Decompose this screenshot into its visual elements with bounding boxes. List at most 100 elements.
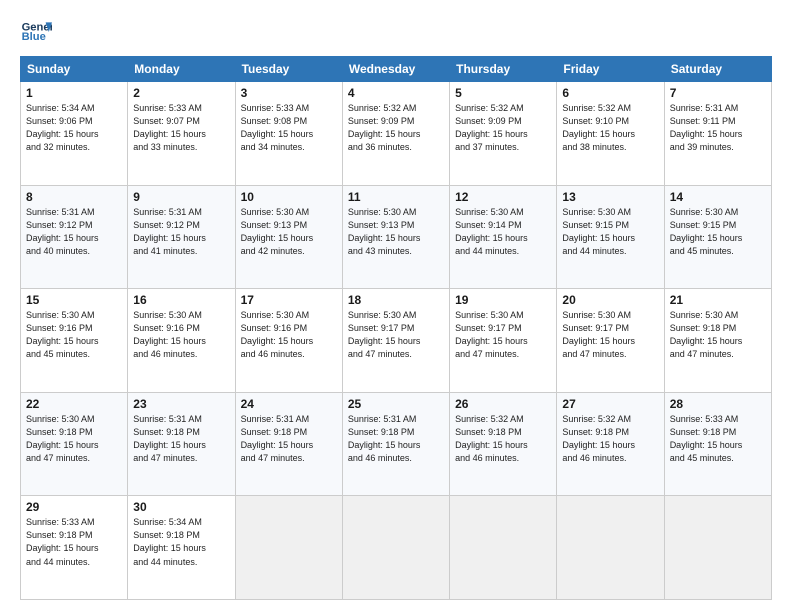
day-info: Sunrise: 5:33 AM Sunset: 9:07 PM Dayligh… — [133, 102, 229, 154]
day-number: 18 — [348, 293, 444, 307]
day-number: 27 — [562, 397, 658, 411]
calendar-cell: 21Sunrise: 5:30 AM Sunset: 9:18 PM Dayli… — [664, 289, 771, 393]
logo: General Blue — [20, 16, 52, 48]
day-info: Sunrise: 5:30 AM Sunset: 9:17 PM Dayligh… — [562, 309, 658, 361]
logo-icon: General Blue — [20, 16, 52, 48]
day-number: 25 — [348, 397, 444, 411]
day-number: 29 — [26, 500, 122, 514]
day-info: Sunrise: 5:30 AM Sunset: 9:16 PM Dayligh… — [26, 309, 122, 361]
calendar-cell — [235, 496, 342, 600]
day-number: 26 — [455, 397, 551, 411]
day-number: 14 — [670, 190, 766, 204]
calendar-cell — [342, 496, 449, 600]
day-info: Sunrise: 5:33 AM Sunset: 9:18 PM Dayligh… — [670, 413, 766, 465]
day-number: 11 — [348, 190, 444, 204]
day-info: Sunrise: 5:34 AM Sunset: 9:06 PM Dayligh… — [26, 102, 122, 154]
calendar-cell — [450, 496, 557, 600]
calendar-cell: 16 Sunrise: 5:30 AM Sunset: 9:16 PM Dayli… — [128, 289, 235, 393]
day-number: 23 — [133, 397, 229, 411]
header: General Blue — [20, 16, 772, 48]
day-info: Sunrise: 5:31 AM Sunset: 9:18 PM Dayligh… — [133, 413, 229, 465]
calendar-cell: 20 Sunrise: 5:30 AM Sunset: 9:17 PM Dayli… — [557, 289, 664, 393]
day-number: 2 — [133, 86, 229, 100]
calendar-cell: 12 Sunrise: 5:30 AM Sunset: 9:14 PM Dayli… — [450, 185, 557, 289]
calendar-cell: 11 Sunrise: 5:30 AM Sunset: 9:13 PM Dayli… — [342, 185, 449, 289]
day-number: 6 — [562, 86, 658, 100]
day-info: Sunrise: 5:32 AM Sunset: 9:09 PM Dayligh… — [348, 102, 444, 154]
calendar-cell: 19Sunrise: 5:30 AM Sunset: 9:17 PM Dayli… — [450, 289, 557, 393]
calendar-cell: 25 Sunrise: 5:31 AM Sunset: 9:18 PM Dayli… — [342, 392, 449, 496]
day-info: Sunrise: 5:30 AM Sunset: 9:17 PM Dayligh… — [348, 309, 444, 361]
day-number: 17 — [241, 293, 337, 307]
day-info: Sunrise: 5:30 AM Sunset: 9:16 PM Dayligh… — [133, 309, 229, 361]
day-number: 21 — [670, 293, 766, 307]
day-number: 1 — [26, 86, 122, 100]
day-number: 12 — [455, 190, 551, 204]
column-header-friday: Friday — [557, 57, 664, 82]
day-number: 22 — [26, 397, 122, 411]
day-number: 13 — [562, 190, 658, 204]
calendar-cell: 27 Sunrise: 5:32 AM Sunset: 9:18 PM Dayli… — [557, 392, 664, 496]
day-info: Sunrise: 5:33 AM Sunset: 9:08 PM Dayligh… — [241, 102, 337, 154]
day-info: Sunrise: 5:32 AM Sunset: 9:09 PM Dayligh… — [455, 102, 551, 154]
column-header-tuesday: Tuesday — [235, 57, 342, 82]
calendar-cell: 7 Sunrise: 5:31 AM Sunset: 9:11 PM Daylig… — [664, 82, 771, 186]
column-header-sunday: Sunday — [21, 57, 128, 82]
calendar-cell: 28Sunrise: 5:33 AM Sunset: 9:18 PM Dayli… — [664, 392, 771, 496]
calendar-cell: 3Sunrise: 5:33 AM Sunset: 9:08 PM Daylig… — [235, 82, 342, 186]
day-number: 8 — [26, 190, 122, 204]
calendar-header-row: SundayMondayTuesdayWednesdayThursdayFrid… — [21, 57, 772, 82]
day-number: 5 — [455, 86, 551, 100]
day-info: Sunrise: 5:30 AM Sunset: 9:13 PM Dayligh… — [348, 206, 444, 258]
day-info: Sunrise: 5:30 AM Sunset: 9:15 PM Dayligh… — [562, 206, 658, 258]
calendar-cell: 22 Sunrise: 5:30 AM Sunset: 9:18 PM Dayli… — [21, 392, 128, 496]
day-number: 30 — [133, 500, 229, 514]
day-info: Sunrise: 5:31 AM Sunset: 9:12 PM Dayligh… — [133, 206, 229, 258]
column-header-thursday: Thursday — [450, 57, 557, 82]
calendar-cell: 15 Sunrise: 5:30 AM Sunset: 9:16 PM Dayli… — [21, 289, 128, 393]
day-info: Sunrise: 5:30 AM Sunset: 9:18 PM Dayligh… — [26, 413, 122, 465]
calendar-cell: 2 Sunrise: 5:33 AM Sunset: 9:07 PM Daylig… — [128, 82, 235, 186]
day-info: Sunrise: 5:33 AM Sunset: 9:18 PM Dayligh… — [26, 516, 122, 568]
day-info: Sunrise: 5:30 AM Sunset: 9:14 PM Dayligh… — [455, 206, 551, 258]
day-info: Sunrise: 5:31 AM Sunset: 9:11 PM Dayligh… — [670, 102, 766, 154]
day-info: Sunrise: 5:30 AM Sunset: 9:13 PM Dayligh… — [241, 206, 337, 258]
page: General Blue SundayMondayTuesdayWednesda… — [0, 0, 792, 612]
day-number: 20 — [562, 293, 658, 307]
calendar-cell: 30Sunrise: 5:34 AM Sunset: 9:18 PM Dayli… — [128, 496, 235, 600]
calendar-cell: 17Sunrise: 5:30 AM Sunset: 9:16 PM Dayli… — [235, 289, 342, 393]
day-number: 7 — [670, 86, 766, 100]
day-info: Sunrise: 5:30 AM Sunset: 9:17 PM Dayligh… — [455, 309, 551, 361]
day-number: 15 — [26, 293, 122, 307]
day-info: Sunrise: 5:31 AM Sunset: 9:12 PM Dayligh… — [26, 206, 122, 258]
calendar-cell: 13 Sunrise: 5:30 AM Sunset: 9:15 PM Dayli… — [557, 185, 664, 289]
week-row-2: 8 Sunrise: 5:31 AM Sunset: 9:12 PM Daylig… — [21, 185, 772, 289]
svg-text:Blue: Blue — [22, 31, 46, 43]
calendar-cell: 9 Sunrise: 5:31 AM Sunset: 9:12 PM Daylig… — [128, 185, 235, 289]
day-info: Sunrise: 5:32 AM Sunset: 9:10 PM Dayligh… — [562, 102, 658, 154]
day-number: 24 — [241, 397, 337, 411]
calendar-table: SundayMondayTuesdayWednesdayThursdayFrid… — [20, 56, 772, 600]
day-info: Sunrise: 5:30 AM Sunset: 9:15 PM Dayligh… — [670, 206, 766, 258]
calendar-cell: 6 Sunrise: 5:32 AM Sunset: 9:10 PM Daylig… — [557, 82, 664, 186]
day-info: Sunrise: 5:31 AM Sunset: 9:18 PM Dayligh… — [348, 413, 444, 465]
calendar-cell: 18 Sunrise: 5:30 AM Sunset: 9:17 PM Dayli… — [342, 289, 449, 393]
column-header-monday: Monday — [128, 57, 235, 82]
week-row-1: 1 Sunrise: 5:34 AM Sunset: 9:06 PM Daylig… — [21, 82, 772, 186]
calendar-cell: 4Sunrise: 5:32 AM Sunset: 9:09 PM Daylig… — [342, 82, 449, 186]
calendar-cell: 24 Sunrise: 5:31 AM Sunset: 9:18 PM Dayli… — [235, 392, 342, 496]
calendar-cell: 5 Sunrise: 5:32 AM Sunset: 9:09 PM Daylig… — [450, 82, 557, 186]
column-header-wednesday: Wednesday — [342, 57, 449, 82]
calendar-cell: 1 Sunrise: 5:34 AM Sunset: 9:06 PM Daylig… — [21, 82, 128, 186]
week-row-4: 22 Sunrise: 5:30 AM Sunset: 9:18 PM Dayli… — [21, 392, 772, 496]
day-info: Sunrise: 5:32 AM Sunset: 9:18 PM Dayligh… — [562, 413, 658, 465]
day-info: Sunrise: 5:31 AM Sunset: 9:18 PM Dayligh… — [241, 413, 337, 465]
calendar-cell — [664, 496, 771, 600]
day-number: 9 — [133, 190, 229, 204]
calendar-cell: 23 Sunrise: 5:31 AM Sunset: 9:18 PM Dayli… — [128, 392, 235, 496]
week-row-3: 15 Sunrise: 5:30 AM Sunset: 9:16 PM Dayli… — [21, 289, 772, 393]
calendar-cell: 29 Sunrise: 5:33 AM Sunset: 9:18 PM Dayli… — [21, 496, 128, 600]
day-info: Sunrise: 5:32 AM Sunset: 9:18 PM Dayligh… — [455, 413, 551, 465]
calendar-cell: 14 Sunrise: 5:30 AM Sunset: 9:15 PM Dayli… — [664, 185, 771, 289]
day-number: 16 — [133, 293, 229, 307]
